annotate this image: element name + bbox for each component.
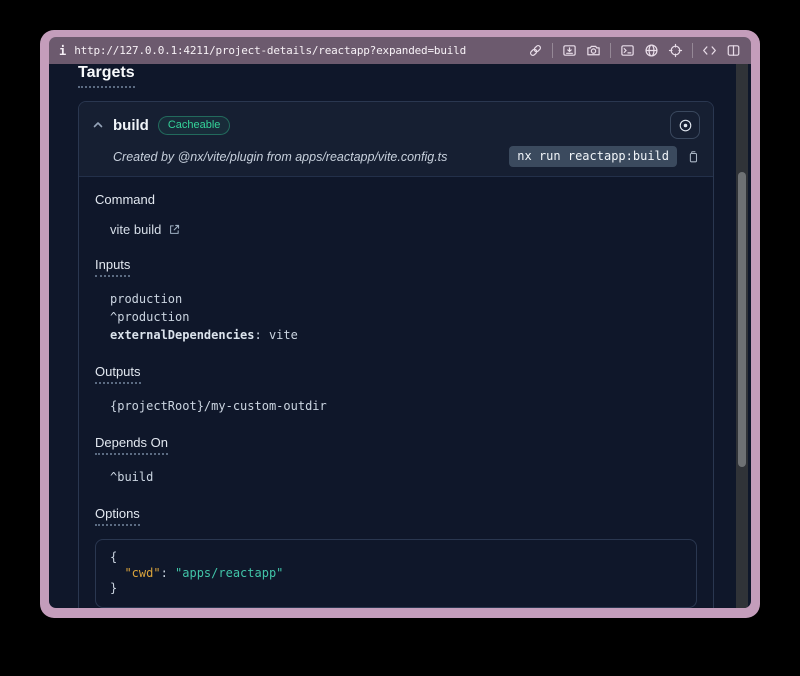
- toolbar-divider: [552, 43, 553, 58]
- toolbar-actions: [528, 43, 741, 58]
- scrollbar-thumb[interactable]: [738, 172, 746, 467]
- input-item: production: [110, 290, 697, 308]
- target-card-build: build Cacheable Created by @nx/vite/plug…: [78, 101, 714, 608]
- input-item: externalDependencies: vite: [110, 326, 697, 344]
- build-card-header[interactable]: build Cacheable Created by @nx/vite/plug…: [79, 102, 713, 177]
- command-heading: Command: [95, 192, 155, 207]
- external-link-icon[interactable]: [168, 223, 181, 236]
- browser-window: i http://127.0.0.1:4211/project-details/…: [40, 30, 760, 618]
- depends-on-item: ^build: [110, 468, 697, 486]
- page-title: Targets: [78, 64, 135, 88]
- crosshair-icon[interactable]: [668, 43, 683, 58]
- outputs-list: {projectRoot}/my-custom-outdir: [110, 397, 697, 415]
- project-details-page: Targets build Cacheable: [49, 64, 751, 608]
- code-icon[interactable]: [702, 43, 717, 58]
- view-target-button[interactable]: [670, 111, 700, 139]
- url-text[interactable]: http://127.0.0.1:4211/project-details/re…: [74, 44, 466, 57]
- eye-icon: [678, 118, 693, 133]
- target-name: build: [113, 117, 149, 134]
- cacheable-badge: Cacheable: [158, 116, 231, 135]
- command-value-row: vite build: [110, 222, 697, 237]
- run-command-chip[interactable]: nx run reactapp:build: [509, 146, 677, 167]
- chevron-up-icon[interactable]: [92, 119, 104, 131]
- depends-on-heading[interactable]: Depends On: [95, 435, 168, 455]
- json-line: {: [110, 550, 682, 566]
- link-icon[interactable]: [528, 43, 543, 58]
- json-line: }: [110, 581, 682, 597]
- toolbar-divider: [610, 43, 611, 58]
- terminal-icon[interactable]: [620, 43, 635, 58]
- json-line: "cwd": "apps/reactapp": [110, 566, 682, 582]
- options-json-box: { "cwd": "apps/reactapp" }: [95, 539, 697, 608]
- globe-icon[interactable]: [644, 43, 659, 58]
- inputs-list: production ^production externalDependenc…: [110, 290, 697, 344]
- command-value: vite build: [110, 222, 161, 237]
- split-panel-icon[interactable]: [726, 43, 741, 58]
- desktop-background: i http://127.0.0.1:4211/project-details/…: [0, 0, 800, 676]
- copy-icon[interactable]: [686, 150, 700, 164]
- inputs-heading[interactable]: Inputs: [95, 257, 130, 277]
- browser-toolbar: i http://127.0.0.1:4211/project-details/…: [49, 37, 751, 64]
- camera-icon[interactable]: [586, 43, 601, 58]
- toolbar-divider: [692, 43, 693, 58]
- build-card-body: Command vite build Inputs production ^pr…: [79, 177, 713, 608]
- input-item: ^production: [110, 308, 697, 326]
- output-item: {projectRoot}/my-custom-outdir: [110, 397, 697, 415]
- created-by-text: Created by @nx/vite/plugin from apps/rea…: [113, 150, 447, 164]
- outputs-heading[interactable]: Outputs: [95, 364, 141, 384]
- options-heading[interactable]: Options: [95, 506, 140, 526]
- depends-on-list: ^build: [110, 468, 697, 486]
- download-icon[interactable]: [562, 43, 577, 58]
- info-icon[interactable]: i: [59, 44, 66, 58]
